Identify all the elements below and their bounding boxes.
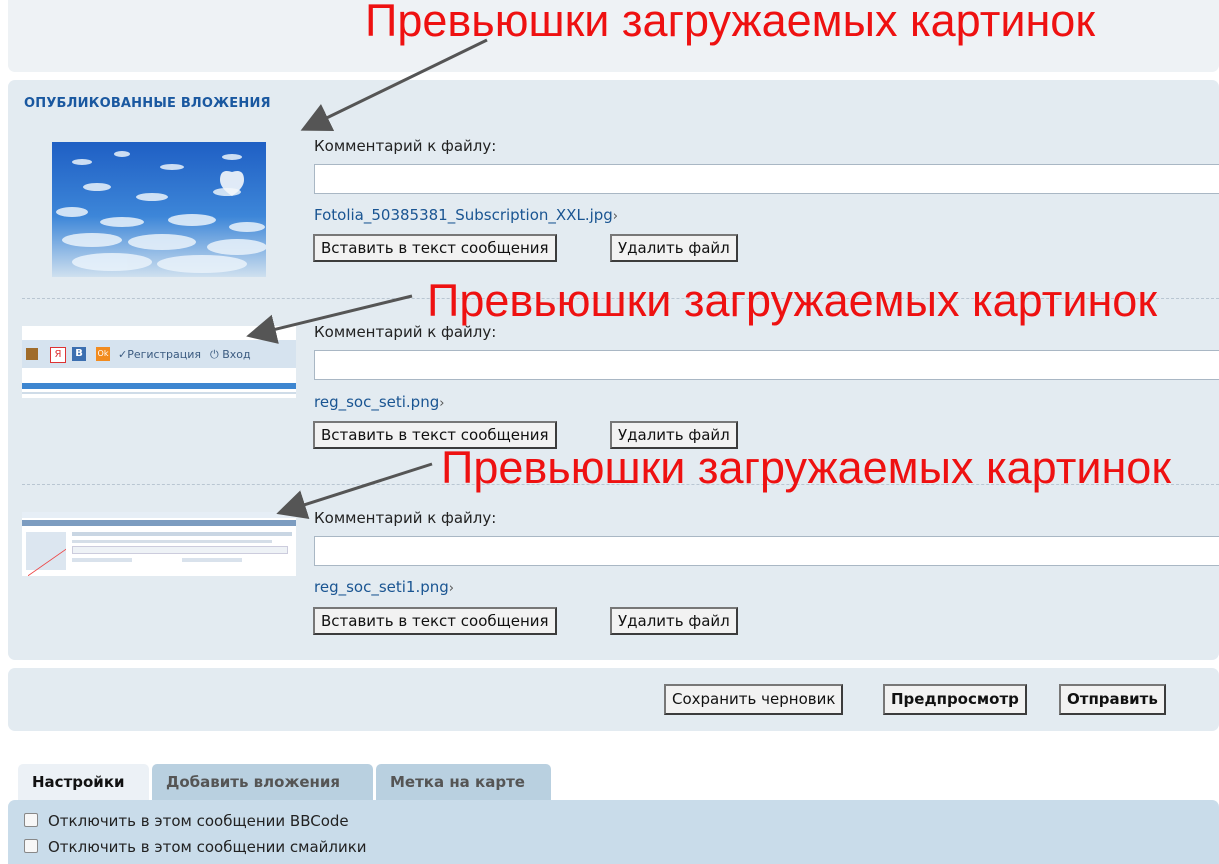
- insert-into-message-button[interactable]: Вставить в текст сообщения: [313, 234, 557, 262]
- tab-add-attachments[interactable]: Добавить вложения: [152, 764, 373, 801]
- attachments-panel: ОПУБЛИКОВАННЫЕ ВЛОЖЕНИЯ Комментарий к фа…: [8, 80, 1219, 660]
- file-link[interactable]: Fotolia_50385381_Subscription_XXL.jpg›: [314, 206, 618, 224]
- attachment-thumbnail[interactable]: Я В Ok ✓Регистрация ⏻ Вход: [22, 326, 296, 398]
- delete-file-button[interactable]: Удалить файл: [610, 607, 738, 635]
- section-title: ОПУБЛИКОВАННЫЕ ВЛОЖЕНИЯ: [24, 96, 271, 111]
- attachment-thumbnail[interactable]: [22, 512, 296, 576]
- save-draft-button[interactable]: Сохранить черновик: [664, 684, 844, 715]
- option-disable-bbcode[interactable]: Отключить в этом сообщении BBCode: [24, 812, 349, 830]
- comment-label: Комментарий к файлу:: [314, 137, 497, 155]
- annotation-text: Превьюшки загружаемых картинок: [441, 442, 1172, 493]
- insert-into-message-button[interactable]: Вставить в текст сообщения: [313, 607, 557, 635]
- checkbox[interactable]: [24, 813, 38, 827]
- delete-file-button[interactable]: Удалить файл: [610, 234, 738, 262]
- checkbox[interactable]: [24, 839, 38, 853]
- comment-label: Комментарий к файлу:: [314, 509, 497, 527]
- settings-panel: Отключить в этом сообщении BBCode Отключ…: [8, 800, 1219, 864]
- comment-input[interactable]: [314, 350, 1219, 380]
- comment-input[interactable]: [314, 536, 1219, 566]
- tab-map-marker[interactable]: Метка на карте: [376, 764, 551, 801]
- preview-button[interactable]: Предпросмотр: [883, 684, 1027, 715]
- file-link[interactable]: reg_soc_seti1.png›: [314, 578, 454, 596]
- annotation-text: Превьюшки загружаемых картинок: [427, 275, 1158, 326]
- actions-panel: Сохранить черновик Предпросмотр Отправит…: [8, 668, 1219, 731]
- attachment-thumbnail[interactable]: [52, 142, 266, 277]
- option-disable-smilies[interactable]: Отключить в этом сообщении смайлики: [24, 838, 367, 856]
- annotation-text: Превьюшки загружаемых картинок: [365, 0, 1096, 46]
- send-button[interactable]: Отправить: [1059, 684, 1166, 715]
- comment-input[interactable]: [314, 164, 1219, 194]
- file-link[interactable]: reg_soc_seti.png›: [314, 393, 444, 411]
- tab-settings[interactable]: Настройки: [18, 764, 149, 801]
